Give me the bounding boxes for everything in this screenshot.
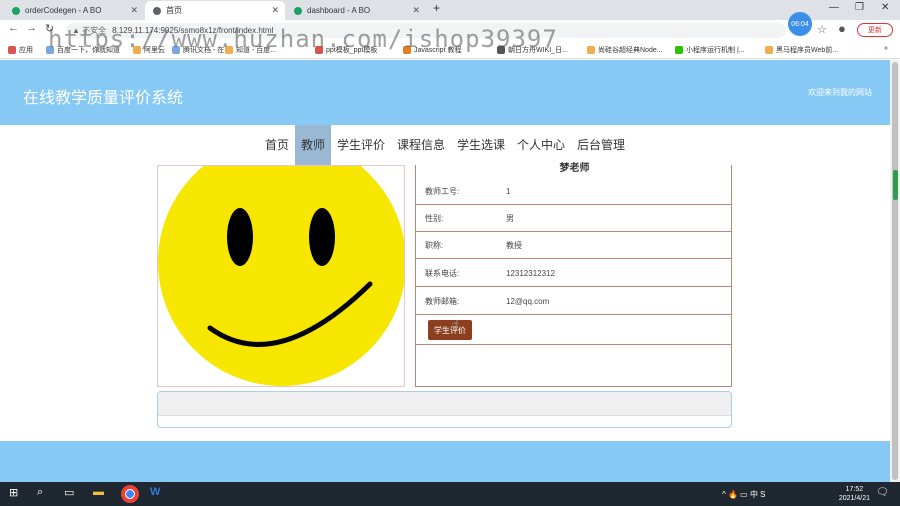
bookmark-item[interactable]: 尚硅谷超经典Node... [587, 45, 663, 55]
bookmark-item[interactable]: 朝日方舟WIKI_日... [497, 45, 568, 55]
mouse-cursor-icon: ☝ [452, 319, 459, 331]
tab-close-icon[interactable]: ✕ [412, 5, 420, 16]
info-row-email: 教师邮箱: 12@qq.com [416, 288, 731, 315]
bookmark-star-icon[interactable]: ☆ [817, 23, 827, 36]
teacher-photo [157, 165, 405, 387]
word-icon[interactable]: W [150, 486, 160, 498]
forward-icon[interactable]: → [26, 22, 37, 34]
file-explorer-icon[interactable]: ▬ [93, 486, 104, 498]
field-label: 联系电话: [425, 268, 460, 278]
welcome-text: 欢迎来到我的网站 [808, 88, 872, 97]
scroll-indicator [893, 170, 898, 200]
browser-tab[interactable]: orderCodegen - A BO ✕ [4, 1, 144, 20]
bookmarks-bar: 应用 百度一下，你就知道 阿里云 腾讯文档 - 在... 知道 - 百度... … [0, 41, 900, 59]
teacher-info-panel: 梦老师 教师工号: 1 性别: 男 职称: 教授 联系电话: 123123123… [415, 163, 732, 387]
field-value: 教授 [506, 240, 522, 250]
field-label: 教师工号: [425, 186, 460, 196]
tab-title: 首页 [166, 6, 182, 15]
taskbar-clock[interactable]: 17:52 2021/4/21 [839, 485, 870, 503]
bookmarks-overflow-icon[interactable]: » [884, 45, 888, 52]
bookmark-item[interactable]: Javascript 教程 [403, 45, 461, 55]
close-window-icon[interactable]: ✕ [881, 2, 889, 13]
bookmark-item[interactable]: 黑马程序员Web前... [765, 45, 838, 55]
tab-favicon-icon [294, 6, 302, 15]
teacher-name: 梦老师 [559, 163, 590, 174]
address-bar[interactable]: ▲ 不安全 8.129.11.174:9025/ssmo8x1z/front/i… [66, 23, 786, 38]
browser-tab[interactable]: dashboard - A BO ✕ [286, 1, 426, 20]
clock-time: 17:52 [845, 486, 864, 493]
nav-item-student-evaluation[interactable]: 学生评价 [331, 125, 391, 165]
minimize-icon[interactable]: — [829, 2, 839, 13]
search-icon[interactable]: ⌕ [37, 486, 43, 499]
nav-item-teacher[interactable]: 教师 [294, 125, 331, 165]
folder-icon [587, 46, 595, 54]
info-row-actions [416, 316, 731, 345]
smiley-face-image [158, 166, 404, 386]
tab-title: dashboard - A BO [307, 6, 371, 15]
notification-icon[interactable]: 🗨 [876, 487, 889, 498]
field-label: 教师邮箱: [425, 296, 460, 306]
profile-avatar-icon[interactable]: ● [838, 21, 846, 36]
doc-icon [172, 46, 180, 54]
url-text: 8.129.11.174:9025/ssmo8x1z/front/index.h… [112, 26, 274, 35]
wiki-icon [497, 46, 505, 54]
field-value: 1 [506, 186, 511, 196]
field-value: 12312312312 [506, 268, 555, 278]
site-header: 在线教学质量评价系统 欢迎来到我的网站 [0, 60, 890, 125]
bookmark-item[interactable]: 腾讯文档 - 在... [172, 45, 230, 55]
system-tray[interactable]: ^ 🔥 ▭ 中 S [722, 489, 766, 500]
tab-close-icon[interactable]: ✕ [130, 5, 138, 16]
wechat-icon [675, 46, 683, 54]
bottom-panel [157, 391, 732, 428]
windows-taskbar: ⊞ ⌕ ▭ ▬ W ^ 🔥 ▭ 中 S 17:52 2021/4/21 🗨 [0, 482, 900, 506]
field-label: 性别: [425, 213, 444, 223]
insecure-warning: ▲ 不安全 [72, 26, 107, 35]
bookmark-item[interactable]: 小程序运行机制 |... [675, 45, 745, 55]
restore-icon[interactable]: ❐ [855, 2, 864, 13]
new-tab-button[interactable]: + [433, 1, 440, 15]
site-title: 在线教学质量评价系统 [23, 90, 184, 107]
info-row-id: 教师工号: 1 [416, 178, 731, 205]
info-row-title: 职称: 教授 [416, 232, 731, 259]
field-value: 男 [506, 213, 514, 223]
tab-favicon-icon [12, 6, 20, 15]
bookmark-item[interactable]: ppt模板_ppt模板 [315, 45, 377, 55]
browser-tab-active[interactable]: 首页 ✕ [145, 1, 285, 20]
clock-date: 2021/4/21 [838, 495, 870, 502]
back-icon[interactable]: ← [8, 22, 19, 34]
folder-icon [765, 46, 773, 54]
chrome-icon[interactable] [121, 485, 139, 503]
folder-icon [133, 46, 141, 54]
apps-icon [8, 46, 16, 54]
panel-header [158, 392, 731, 416]
folder-icon [225, 46, 233, 54]
browser-tab-strip: orderCodegen - A BO ✕ 首页 ✕ dashboard - A… [0, 0, 900, 20]
bookmark-item[interactable]: 知道 - 百度... [225, 45, 276, 55]
info-row-phone: 联系电话: 12312312312 [416, 260, 731, 287]
info-row-gender: 性别: 男 [416, 205, 731, 232]
field-value: 12@qq.com [506, 296, 550, 306]
site-footer [0, 441, 890, 482]
tab-close-icon[interactable]: ✕ [271, 5, 279, 16]
bookmark-item[interactable]: 阿里云 [133, 45, 165, 55]
bookmark-item[interactable]: 应用 [8, 45, 33, 55]
tab-favicon-icon [153, 6, 161, 15]
js-icon [403, 46, 411, 54]
scrollbar-thumb[interactable] [892, 62, 898, 480]
task-view-icon[interactable]: ▭ [64, 486, 74, 499]
ppt-icon [315, 46, 323, 54]
nav-item-home[interactable]: 首页 [259, 125, 295, 165]
time-bubble: 06:04 [788, 12, 812, 36]
tab-title: orderCodegen - A BO [25, 6, 102, 15]
update-button[interactable]: 更新 [857, 23, 893, 37]
bookmark-item[interactable]: 百度一下，你就知道 [46, 45, 120, 55]
reload-icon[interactable]: ↻ [45, 22, 54, 35]
baidu-icon [46, 46, 54, 54]
windows-start-icon[interactable]: ⊞ [9, 486, 18, 499]
web-page: 在线教学质量评价系统 欢迎来到我的网站 首页 教师 学生评价 课程信息 学生选课… [0, 60, 890, 482]
field-label: 职称: [425, 240, 444, 250]
